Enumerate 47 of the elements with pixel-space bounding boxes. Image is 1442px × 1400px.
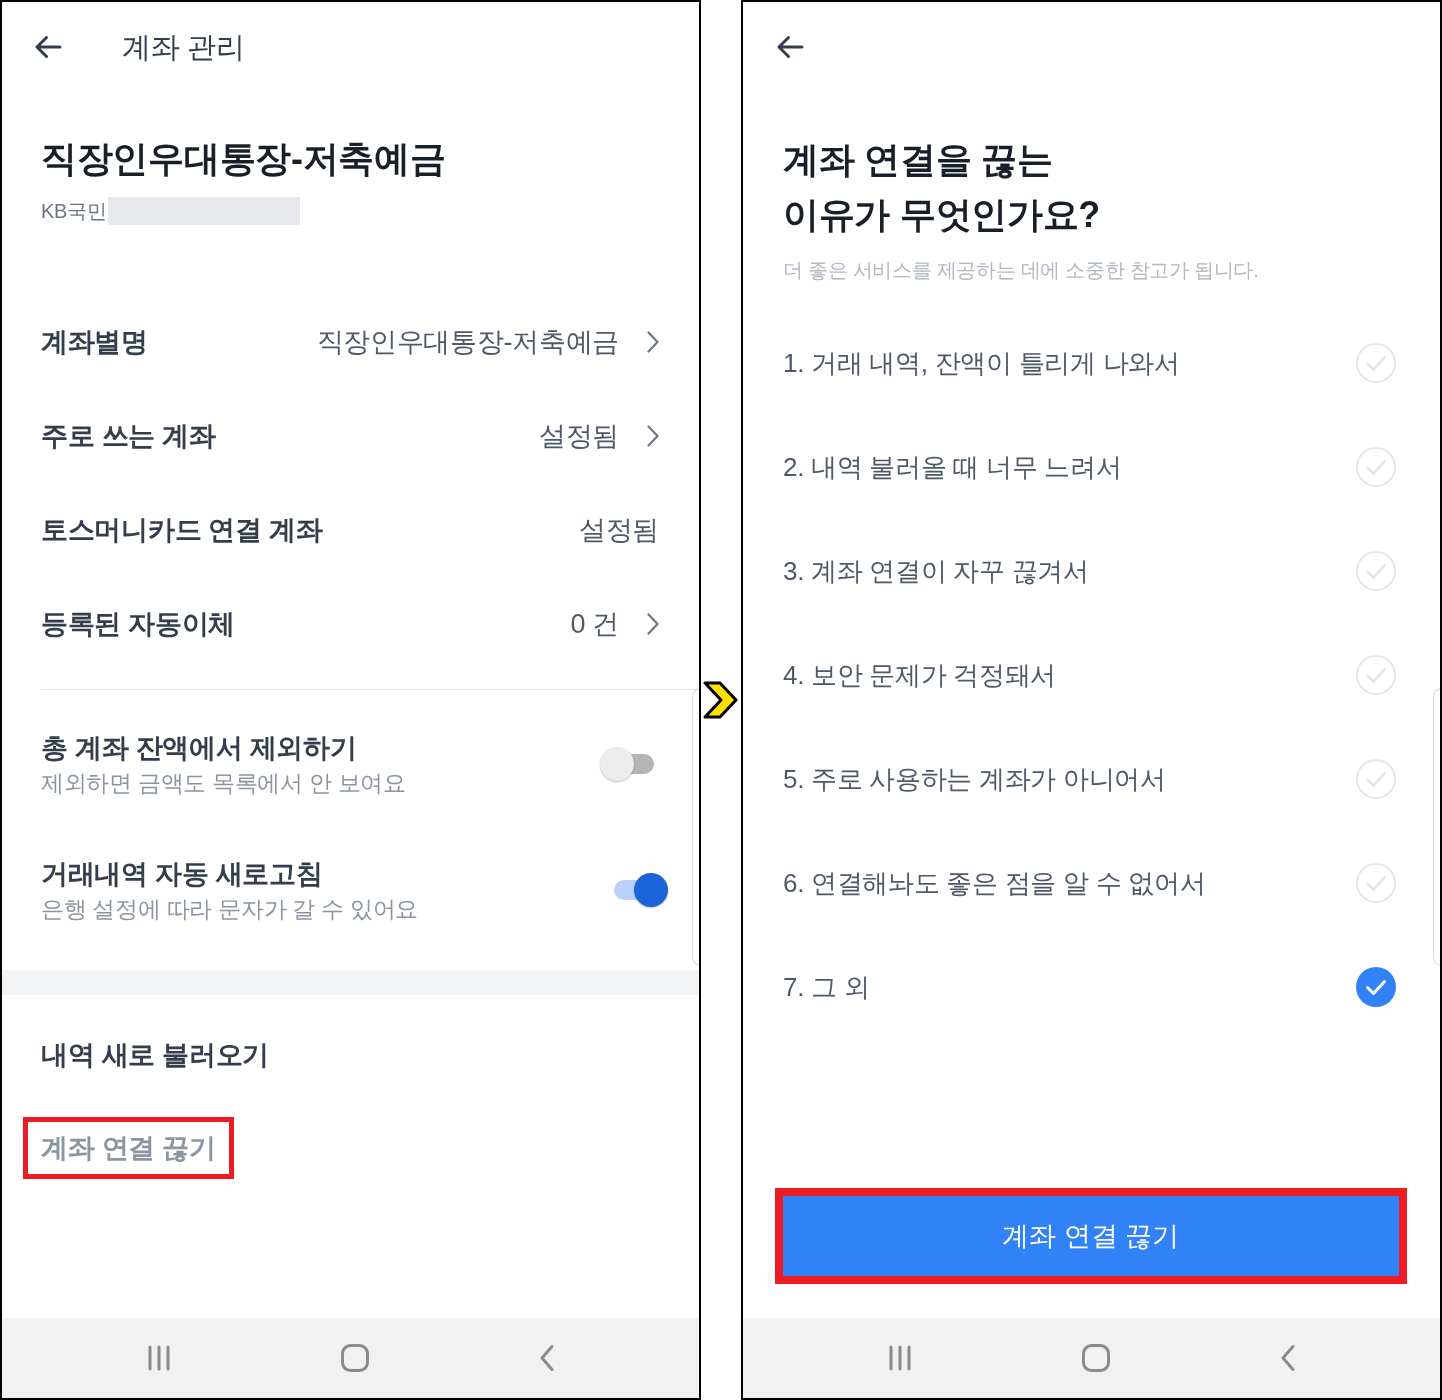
bank-name: KB국민 [41,199,107,224]
disconnect-button[interactable]: 계좌 연결 끊기 [783,1196,1399,1276]
chevron-right-icon[interactable] [647,613,659,635]
setting-value[interactable]: 설정됨 [538,417,619,455]
chevron-right-icon[interactable] [647,425,659,447]
chevron-right-icon[interactable] [647,331,659,353]
reason-option[interactable]: 4. 보안 문제가 걱정돼서 [783,656,1057,694]
reason-option[interactable]: 6. 연결해놔도 좋은 점을 알 수 없어서 [783,864,1206,902]
check-circle-icon[interactable] [1356,759,1396,799]
setting-label: 토스머니카드 연결 계좌 [41,514,323,547]
question-title: 계좌 연결을 끊는 이유가 무엇인가요? [783,138,1100,237]
setting-value[interactable]: 직장인우대통장-저축예금 [316,323,619,361]
screen-title: 계좌 관리 [122,30,245,65]
setting-label: 주로 쓰는 계좌 [41,420,216,453]
recent-apps-icon[interactable] [887,1345,912,1371]
question-subtitle: 더 좋은 서비스를 제공하는 데에 소중한 참고가 됩니다. [783,258,1259,283]
setting-value[interactable]: 설정됨 [578,511,659,549]
check-circle-icon[interactable] [1356,967,1396,1007]
setting-label: 계좌별명 [41,326,148,359]
home-icon[interactable] [340,1344,369,1372]
setting-description: 제외하면 금액도 목록에서 안 보여요 [41,769,406,798]
home-icon[interactable] [1081,1344,1110,1372]
setting-title: 거래내역 자동 새로고침 [41,858,323,891]
back-arrow-icon[interactable] [776,35,804,59]
check-circle-icon[interactable] [1356,447,1396,487]
edge-panel-handle[interactable] [692,688,699,966]
reason-option[interactable]: 7. 그 외 [783,968,870,1006]
action-link[interactable]: 내역 새로 불러오기 [41,1040,269,1070]
account-name: 직장인우대통장-저축예금 [41,137,446,181]
check-circle-icon[interactable] [1356,863,1396,903]
reason-option[interactable]: 2. 내역 불러올 때 너무 느려서 [783,448,1122,486]
setting-label: 등록된 자동이체 [41,608,236,641]
right-chevron-icon [703,681,739,719]
back-icon[interactable] [1279,1344,1296,1372]
recent-apps-icon[interactable] [146,1345,171,1371]
setting-title: 총 계좌 잔액에서 제외하기 [41,732,357,765]
reason-option[interactable]: 5. 주로 사용하는 계좌가 아니어서 [783,760,1166,798]
reason-option[interactable]: 3. 계좌 연결이 자꾸 끊겨서 [783,552,1089,590]
reason-option[interactable]: 1. 거래 내역, 잔액이 틀리게 나와서 [783,344,1180,382]
setting-description: 은행 설정에 따라 문자가 갈 수 있어요 [41,895,419,924]
check-circle-icon[interactable] [1356,343,1396,383]
edge-panel-handle[interactable] [1433,688,1440,966]
back-arrow-icon[interactable] [34,35,62,59]
setting-value[interactable]: 0 건 [570,605,619,643]
check-circle-icon[interactable] [1356,655,1396,695]
check-circle-icon[interactable] [1356,551,1396,591]
back-icon[interactable] [538,1344,555,1372]
